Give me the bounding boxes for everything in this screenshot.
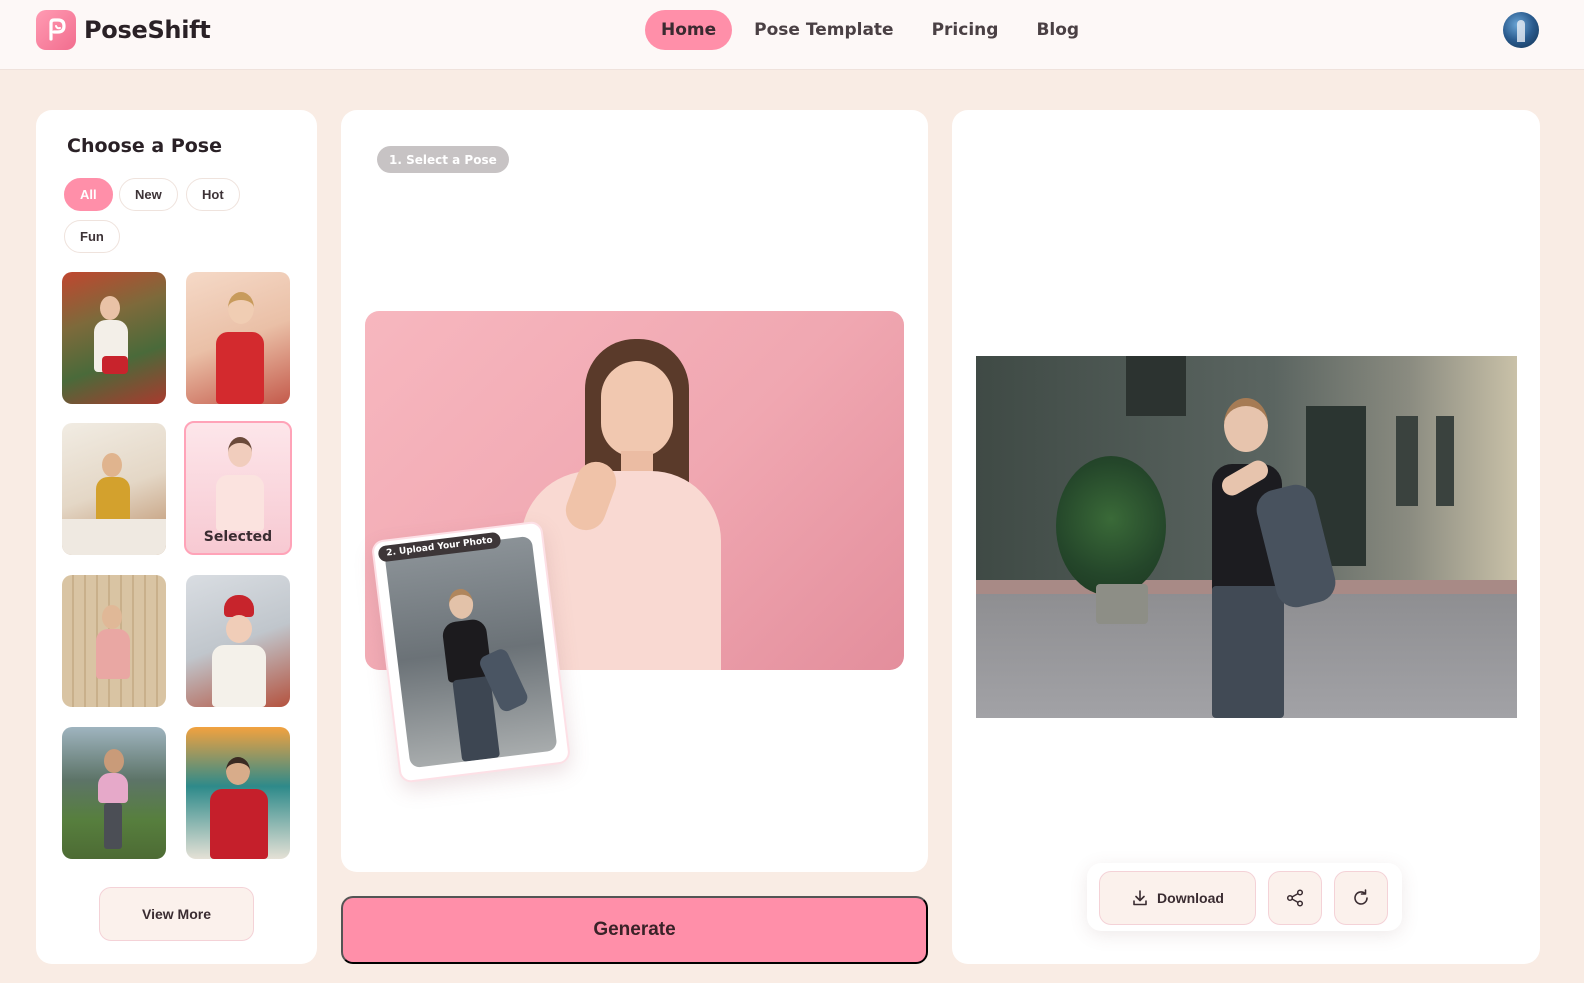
pose-figure	[226, 615, 252, 643]
refresh-icon	[1354, 889, 1368, 905]
selected-badge: Selected	[203, 529, 273, 545]
pose-figure	[216, 475, 264, 531]
poseshift-logo-icon	[36, 10, 76, 50]
result-background	[1396, 416, 1418, 506]
pose-figure	[224, 595, 254, 617]
pose-thumb-2[interactable]	[186, 272, 290, 404]
download-icon	[1133, 890, 1147, 906]
result-background	[1126, 356, 1186, 416]
filter-all[interactable]: All	[64, 178, 113, 211]
result-action-bar: Download	[1087, 863, 1402, 931]
pose-figure	[62, 519, 166, 555]
view-more-button[interactable]: View More	[99, 887, 254, 941]
filter-fun[interactable]: Fun	[64, 220, 120, 253]
pose-figure	[102, 605, 122, 629]
download-button[interactable]: Download	[1099, 871, 1256, 925]
pose-thumb-8[interactable]	[186, 727, 290, 859]
nav-home[interactable]: Home	[645, 10, 733, 50]
step-select-pose-label: 1. Select a Pose	[377, 146, 509, 173]
result-background	[1056, 456, 1166, 596]
pose-figure	[102, 356, 128, 374]
download-label: Download	[1157, 890, 1224, 906]
filter-new[interactable]: New	[119, 178, 178, 211]
pose-thumb-selected[interactable]: Selected	[184, 421, 292, 555]
main-nav: Home Pose Template Pricing Blog	[645, 10, 1095, 50]
pose-figure	[212, 645, 266, 707]
pose-figure	[102, 453, 122, 477]
share-button[interactable]	[1268, 871, 1322, 925]
pose-thumb-5[interactable]	[62, 575, 166, 707]
filter-hot[interactable]: Hot	[186, 178, 240, 211]
brand-name: PoseShift	[84, 16, 211, 44]
result-background	[1096, 584, 1148, 624]
pose-panel-title: Choose a Pose	[67, 135, 222, 157]
pose-thumb-7[interactable]	[62, 727, 166, 859]
generate-button[interactable]: Generate	[341, 896, 928, 964]
pose-thumb-3[interactable]	[62, 423, 166, 555]
user-avatar[interactable]	[1503, 12, 1539, 48]
pose-figure	[226, 757, 250, 785]
pose-figure	[210, 789, 268, 859]
workspace-panel: 1. Select a Pose 2. Upload Your Photo	[341, 110, 928, 872]
pose-thumb-6[interactable]	[186, 575, 290, 707]
regenerate-button[interactable]	[1334, 871, 1388, 925]
pose-figure	[100, 296, 120, 320]
generated-result-image	[976, 356, 1517, 718]
pose-figure	[447, 587, 475, 621]
pose-figure	[216, 332, 264, 404]
nav-blog[interactable]: Blog	[1020, 10, 1095, 50]
pose-figure	[1212, 586, 1284, 718]
pose-figure	[96, 629, 130, 679]
share-icon	[1286, 889, 1304, 907]
pose-figure	[104, 803, 122, 849]
pose-figure	[104, 749, 124, 773]
upload-photo-card[interactable]: 2. Upload Your Photo	[370, 520, 572, 784]
pose-figure	[1224, 398, 1268, 452]
uploaded-photo	[384, 535, 558, 769]
pose-figure	[601, 361, 673, 457]
nav-pose-template[interactable]: Pose Template	[738, 10, 909, 50]
brand-logo[interactable]: PoseShift	[36, 10, 211, 50]
nav-pricing[interactable]: Pricing	[916, 10, 1015, 50]
pose-picker-panel: Choose a Pose All New Hot Fun Selected V…	[36, 110, 317, 964]
pose-figure	[98, 773, 128, 803]
pose-figure	[96, 477, 130, 523]
result-background	[1436, 416, 1454, 506]
pose-figure	[228, 292, 254, 324]
top-navbar: PoseShift Home Pose Template Pricing Blo…	[0, 0, 1584, 70]
result-panel: Download	[952, 110, 1540, 964]
pose-figure	[228, 437, 252, 467]
pose-thumb-1[interactable]	[62, 272, 166, 404]
